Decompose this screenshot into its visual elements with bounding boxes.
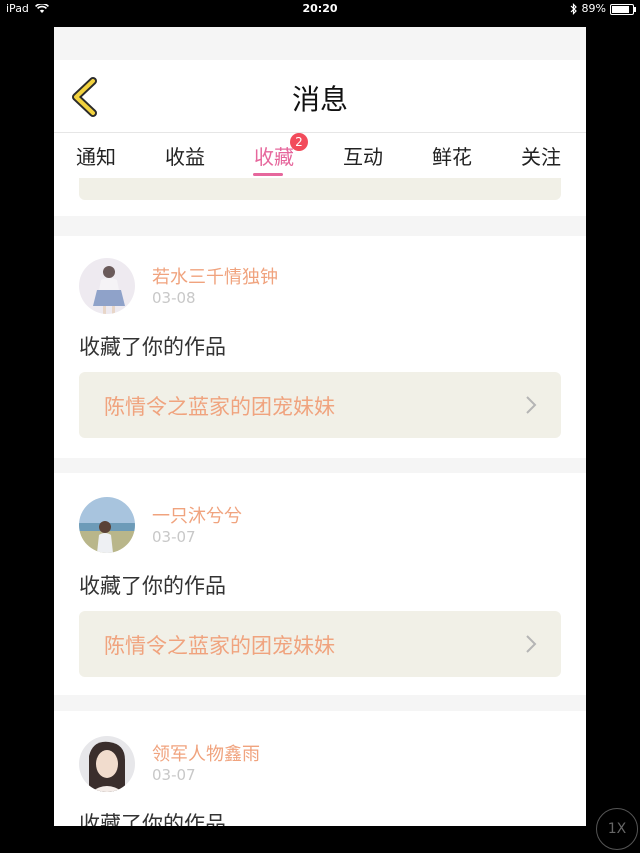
tab-earnings[interactable]: 收益: [165, 141, 205, 170]
avatar[interactable]: [79, 497, 135, 553]
username[interactable]: 领军人物鑫雨: [152, 740, 260, 766]
action-text: 收藏了你的作品: [79, 574, 226, 598]
battery-fill: [612, 5, 629, 13]
tab-interactions[interactable]: 互动: [343, 141, 383, 170]
work-link[interactable]: 陈情令之蓝家的团宠妹妹: [79, 372, 561, 438]
action-text: 收藏了你的作品: [79, 335, 226, 359]
message-date: 03-07: [152, 766, 196, 784]
message-date: 03-08: [152, 289, 196, 307]
username[interactable]: 一只沐兮兮: [152, 502, 242, 528]
avatar[interactable]: [79, 736, 135, 792]
tab-notifications[interactable]: 通知: [76, 141, 116, 170]
tab-label: 鲜花: [432, 145, 472, 169]
avatar[interactable]: [79, 258, 135, 314]
bluetooth-icon: [570, 3, 577, 15]
status-bar: iPad 20:20 89%: [0, 0, 640, 18]
message-card: 若水三千情独钟 03-08 收藏了你的作品 陈情令之蓝家的团宠妹妹: [54, 236, 586, 458]
tab-label: 收益: [165, 145, 205, 169]
tab-label: 通知: [76, 145, 116, 169]
tab-label: 收藏: [254, 145, 294, 169]
work-link[interactable]: 陈情令之蓝家的团宠妹妹: [79, 611, 561, 677]
message-date: 03-07: [152, 528, 196, 546]
unread-badge: 2: [290, 133, 308, 151]
status-time: 20:20: [302, 2, 338, 15]
active-tab-indicator: [253, 173, 283, 176]
tab-label: 互动: [343, 145, 383, 169]
zoom-button[interactable]: 1X: [596, 808, 638, 850]
tab-favorites[interactable]: 收藏 2: [253, 133, 308, 176]
tab-following[interactable]: 关注: [521, 141, 561, 170]
battery-percent: 89%: [581, 2, 606, 15]
tab-label: 关注: [521, 145, 561, 169]
action-text: 收藏了你的作品: [79, 812, 226, 826]
status-right: 89%: [570, 0, 636, 18]
message-card: 一只沐兮兮 03-07 收藏了你的作品 陈情令之蓝家的团宠妹妹: [54, 473, 586, 695]
tab-bar: 通知 收益 收藏 2 互动 鲜花 关注: [54, 132, 586, 179]
work-title: 陈情令之蓝家的团宠妹妹: [104, 634, 335, 658]
message-card: 领军人物鑫雨 03-07 收藏了你的作品: [54, 711, 586, 826]
battery-icon: [610, 3, 636, 15]
page-title: 消息: [291, 83, 348, 116]
chevron-right-icon: [526, 635, 537, 653]
app-window: 消息 通知 收益 收藏 2 互动 鲜花 关注 若水三千情独钟 03-08 收藏了…: [54, 27, 586, 826]
username[interactable]: 若水三千情独钟: [152, 263, 278, 289]
partial-work-box[interactable]: [79, 178, 561, 200]
work-title: 陈情令之蓝家的团宠妹妹: [104, 395, 335, 419]
chevron-right-icon: [526, 396, 537, 414]
nav-bar: 消息: [54, 60, 586, 132]
tab-flowers[interactable]: 鲜花: [432, 141, 472, 170]
